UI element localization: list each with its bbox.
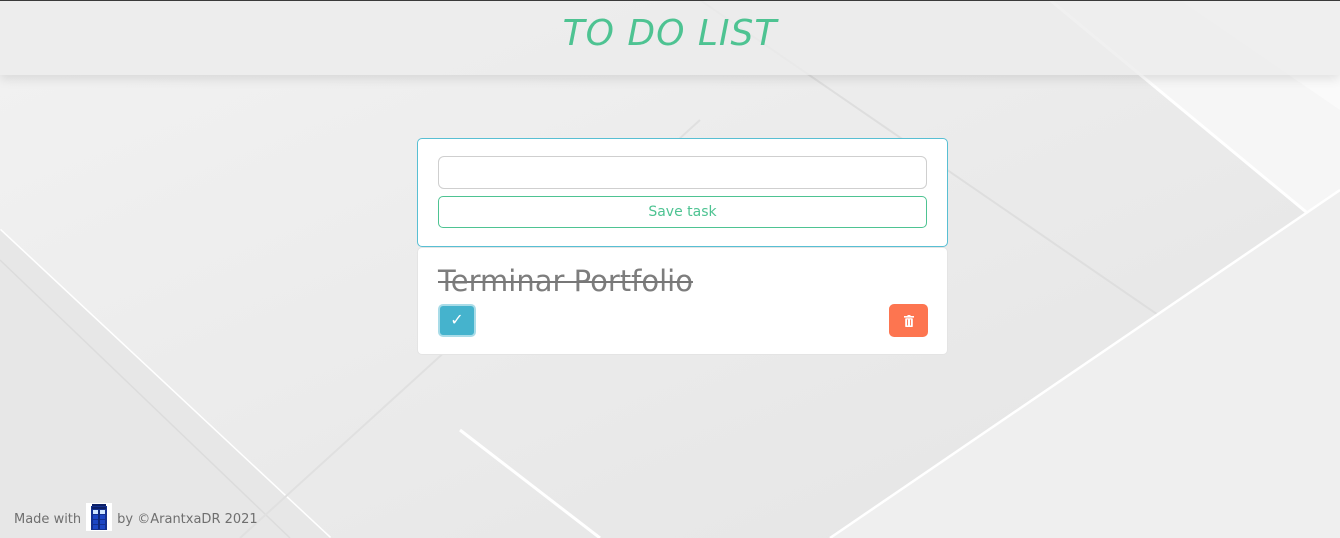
footer: Made with by ©ArantxaDR 2021 (14, 503, 258, 535)
page-title: TO DO LIST (562, 13, 778, 54)
trash-icon (903, 314, 914, 327)
task-text: Terminar Portfolio (438, 264, 693, 298)
footer-prefix: Made with (14, 511, 82, 527)
delete-task-button[interactable] (889, 304, 928, 337)
footer-credit: by ©ArantxaDR 2021 (117, 511, 258, 527)
app-header: TO DO LIST (0, 0, 1340, 75)
task-item: Terminar Portfolio ✓ (417, 247, 948, 355)
complete-task-button[interactable]: ✓ (438, 304, 476, 337)
tardis-icon (86, 503, 113, 535)
task-form: Save task (417, 138, 948, 247)
save-task-button[interactable]: Save task (438, 196, 927, 228)
task-input[interactable] (438, 156, 927, 189)
check-icon: ✓ (450, 311, 464, 329)
